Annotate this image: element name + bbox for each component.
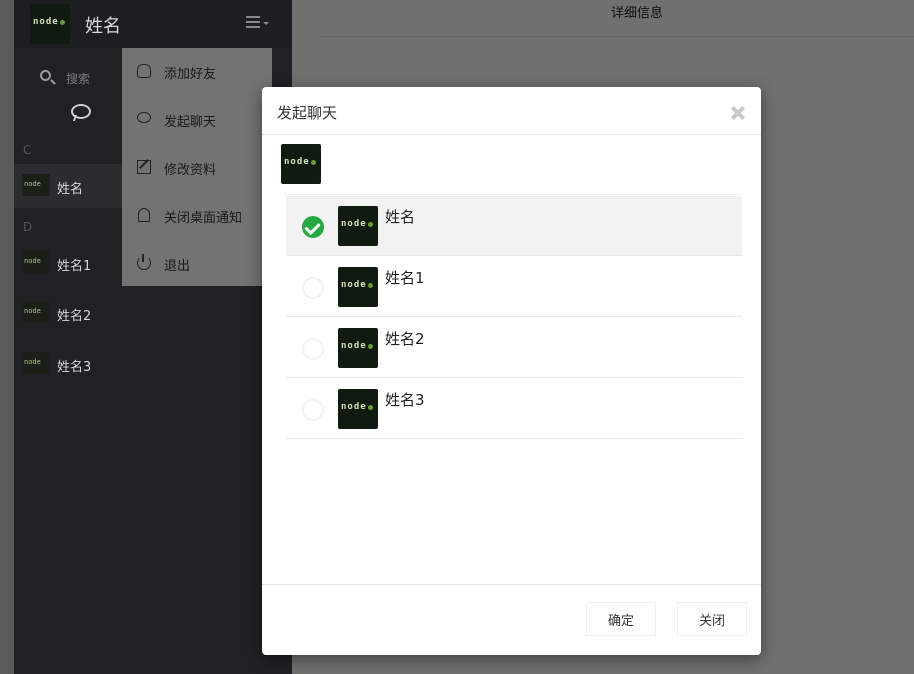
detail-title: 详细信息 <box>610 6 663 21</box>
close-button[interactable]: 关闭 <box>677 602 747 636</box>
menu-item-edit-profile[interactable]: 修改资料 <box>122 144 272 192</box>
friend-row[interactable]: 姓名3 <box>286 379 742 439</box>
menu-item-label: 添加好友 <box>164 67 217 82</box>
user-dropdown-menu: 添加好友 发起聊天 修改资料 关闭桌面通知 退出 <box>122 48 272 286</box>
menu-item-label: 修改资料 <box>164 163 217 178</box>
friend-row[interactable]: 姓名1 <box>286 257 742 317</box>
unchecked-icon[interactable] <box>302 277 324 299</box>
contact-name: 姓名3 <box>57 360 92 375</box>
friend-name: 姓名2 <box>385 330 425 348</box>
friend-name: 姓名1 <box>385 269 425 287</box>
search-icon <box>40 70 51 81</box>
search-input[interactable]: 搜索 <box>66 70 90 87</box>
sidebar-edge <box>0 0 14 674</box>
menu-item-notifications[interactable]: 关闭桌面通知 <box>122 192 272 240</box>
friend-name: 姓名 <box>385 208 416 226</box>
contact-name: 姓名 <box>57 182 84 197</box>
close-icon[interactable] <box>730 105 746 121</box>
confirm-button[interactable]: 确定 <box>586 602 656 636</box>
group-header-d: D <box>23 220 33 234</box>
power-icon <box>137 254 151 270</box>
unchecked-icon[interactable] <box>302 338 324 360</box>
chat-tab-icon[interactable] <box>71 104 91 119</box>
menu-item-add-friend[interactable]: 添加好友 <box>122 48 272 96</box>
divider <box>284 194 740 195</box>
contact-avatar <box>22 301 50 323</box>
friend-avatar <box>338 389 378 429</box>
contact-name: 姓名2 <box>57 309 92 324</box>
friend-name: 姓名3 <box>385 391 425 409</box>
user-name: 姓名 <box>85 16 121 37</box>
chat-bubble-icon <box>137 112 151 123</box>
friend-avatar <box>338 206 378 246</box>
contact-avatar <box>22 352 50 374</box>
edit-icon <box>137 160 151 174</box>
contact-item[interactable]: 姓名2 <box>14 291 292 335</box>
friend-avatar <box>338 267 378 307</box>
contact-avatar <box>22 174 50 196</box>
menu-item-logout[interactable]: 退出 <box>122 240 272 288</box>
user-avatar[interactable] <box>30 4 70 44</box>
start-chat-dialog: 发起聊天 姓名 姓名1 姓名2 姓名3 确定 关闭 <box>262 87 761 655</box>
friend-row[interactable]: 姓名2 <box>286 318 742 378</box>
friend-row[interactable]: 姓名 <box>286 196 742 256</box>
checked-icon[interactable] <box>302 216 324 238</box>
dialog-header: 发起聊天 <box>262 87 761 135</box>
friend-avatar <box>338 328 378 368</box>
menu-item-label: 关闭桌面通知 <box>164 211 243 226</box>
contact-name: 姓名1 <box>57 259 92 274</box>
selected-member-avatar[interactable] <box>281 144 321 184</box>
dialog-title: 发起聊天 <box>277 104 338 122</box>
contact-avatar <box>22 251 50 273</box>
dialog-footer: 确定 关闭 <box>262 584 761 655</box>
menu-item-label: 退出 <box>164 259 191 274</box>
unchecked-icon[interactable] <box>302 399 324 421</box>
divider <box>320 36 914 37</box>
contact-item[interactable]: 姓名3 <box>14 342 292 386</box>
bell-icon <box>138 208 150 222</box>
user-icon <box>137 64 151 78</box>
menu-icon[interactable] <box>246 16 269 30</box>
menu-item-label: 发起聊天 <box>164 115 217 130</box>
group-header-c: C <box>23 143 32 157</box>
menu-item-start-chat[interactable]: 发起聊天 <box>122 96 272 144</box>
